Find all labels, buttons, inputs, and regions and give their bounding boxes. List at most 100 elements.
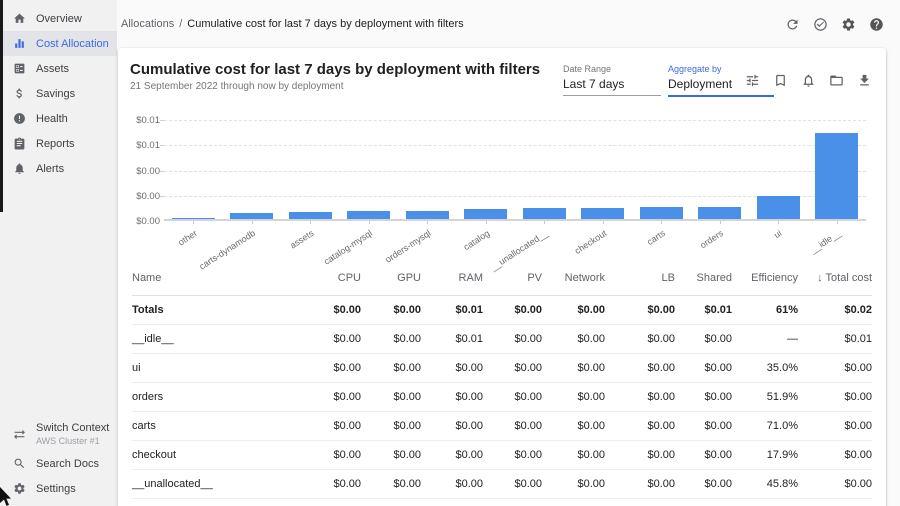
value-cell: $0.00 xyxy=(299,383,361,412)
table-row-ui[interactable]: ui$0.00$0.00$0.00$0.00$0.00$0.00$0.0035.… xyxy=(132,354,872,383)
y-tick-label: $0.00 xyxy=(136,216,160,227)
value-cell: $0.00 xyxy=(798,499,872,506)
value-cell: $0.00 xyxy=(299,325,361,354)
bookmark-icon xyxy=(773,73,788,88)
value-cell: $0.00 xyxy=(542,441,605,470)
x-tick: __unallocated__ xyxy=(515,221,574,251)
x-tick-label: carts xyxy=(645,228,667,247)
column-header-cpu[interactable]: CPU xyxy=(299,264,361,296)
y-tick-label: $0.01 xyxy=(136,140,160,151)
bar-assets[interactable] xyxy=(289,212,332,219)
help-button[interactable] xyxy=(868,16,884,32)
value-cell: $0.00 xyxy=(483,441,542,470)
sidebar-item-sublabel: AWS Cluster #1 xyxy=(36,436,109,446)
sidebar-item-search-docs[interactable]: Search Docs xyxy=(0,451,117,476)
table-row-checkout[interactable]: checkout$0.00$0.00$0.00$0.00$0.00$0.00$0… xyxy=(132,441,872,470)
check-circle-button[interactable] xyxy=(812,16,828,32)
home-icon xyxy=(13,12,26,25)
value-cell: $0.00 xyxy=(421,383,483,412)
bar-checkout[interactable] xyxy=(581,208,624,219)
folder-button[interactable] xyxy=(828,72,844,88)
value-cell: $0.01 xyxy=(421,325,483,354)
bar-orders-mysql[interactable] xyxy=(406,211,449,219)
sidebar-item-label: Reports xyxy=(36,138,75,150)
sidebar-item-reports[interactable]: Reports xyxy=(0,131,117,156)
sidebar-item-label: Savings xyxy=(36,88,75,100)
column-header-name[interactable]: Name xyxy=(132,264,299,296)
value-cell: $0.00 xyxy=(542,470,605,499)
table-row-__unallocated__[interactable]: __unallocated__$0.00$0.00$0.00$0.00$0.00… xyxy=(132,470,872,499)
column-header-shared[interactable]: Shared xyxy=(675,264,732,296)
x-tick: carts xyxy=(632,221,691,251)
sidebar-item-cost-allocation[interactable]: Cost Allocation xyxy=(0,31,117,56)
gear-button[interactable] xyxy=(840,16,856,32)
column-header-efficiency[interactable]: Efficiency xyxy=(732,264,798,296)
table-row-__idle__[interactable]: __idle__$0.00$0.00$0.01$0.00$0.00$0.00$0… xyxy=(132,325,872,354)
sidebar-item-label: Search Docs xyxy=(36,458,99,470)
value-cell: $0.00 xyxy=(605,354,675,383)
sidebar-item-alerts[interactable]: Alerts xyxy=(0,156,117,181)
bar-slot xyxy=(632,120,691,219)
bar-ui[interactable] xyxy=(757,196,800,219)
sidebar-item-settings[interactable]: Settings xyxy=(0,476,117,501)
bar-__idle__[interactable] xyxy=(815,133,858,219)
value-cell: $0.00 xyxy=(361,412,421,441)
bar-catalog-mysql[interactable] xyxy=(347,211,390,219)
row-name-cell: catalog xyxy=(132,499,299,506)
date-range-value[interactable]: Last 7 days xyxy=(563,77,661,96)
column-header-lb[interactable]: LB xyxy=(605,264,675,296)
bookmark-button[interactable] xyxy=(772,72,788,88)
column-header-ram[interactable]: RAM xyxy=(421,264,483,296)
bar-catalog[interactable] xyxy=(464,209,507,219)
value-cell: $0.00 xyxy=(421,499,483,506)
value-cell: $0.00 xyxy=(299,470,361,499)
refresh-button[interactable] xyxy=(784,16,800,32)
value-cell: $0.00 xyxy=(421,354,483,383)
bar-slot xyxy=(691,120,750,219)
column-header-network[interactable]: Network xyxy=(542,264,605,296)
sidebar-item-assets[interactable]: Assets xyxy=(0,56,117,81)
bar-orders[interactable] xyxy=(698,207,741,219)
value-cell: $0.00 xyxy=(675,383,732,412)
allocations-table-wrap: NameCPUGPURAMPVNetworkLBSharedEfficiency… xyxy=(132,264,872,506)
app-screen: OverviewCost AllocationAssets Savings Heal… xyxy=(0,0,900,506)
table-row-catalog[interactable]: catalog$0.00$0.00$0.00$0.00$0.00$0.00$0.… xyxy=(132,499,872,506)
sidebar-item-savings[interactable]: Savings xyxy=(0,81,117,106)
sidebar: OverviewCost AllocationAssets Savings Heal… xyxy=(0,0,117,506)
bar-__unallocated__[interactable] xyxy=(523,208,566,219)
sidebar-item-health[interactable]: Health xyxy=(0,106,117,131)
bar-chart-icon xyxy=(13,37,26,50)
date-range-label: Date Range xyxy=(563,64,661,74)
value-cell: $0.00 xyxy=(299,441,361,470)
x-tick-label: checkout xyxy=(573,228,609,256)
value-cell: $0.00 xyxy=(483,412,542,441)
bar-other[interactable] xyxy=(172,218,215,219)
bar-carts-dynamodb[interactable] xyxy=(230,213,273,219)
value-cell: $0.00 xyxy=(483,354,542,383)
value-cell: $0.00 xyxy=(483,383,542,412)
table-row-carts[interactable]: carts$0.00$0.00$0.00$0.00$0.00$0.00$0.00… xyxy=(132,412,872,441)
sidebar-item-overview[interactable]: Overview xyxy=(0,6,117,31)
table-row-orders[interactable]: orders$0.00$0.00$0.00$0.00$0.00$0.00$0.0… xyxy=(132,383,872,412)
date-range-select[interactable]: Date Range Last 7 days xyxy=(563,64,661,96)
value-cell: $0.00 xyxy=(299,354,361,383)
value-cell: $0.02 xyxy=(798,296,872,325)
x-tick-label: orders xyxy=(698,228,725,250)
value-cell: $0.00 xyxy=(421,412,483,441)
table-row-totals[interactable]: Totals$0.00$0.00$0.01$0.00$0.00$0.00$0.0… xyxy=(132,296,872,325)
column-header-total-cost[interactable]: ↓ Total cost xyxy=(798,264,872,296)
value-cell: $0.01 xyxy=(798,325,872,354)
bell-button[interactable] xyxy=(800,72,816,88)
column-header-gpu[interactable]: GPU xyxy=(361,264,421,296)
tune-button[interactable] xyxy=(744,72,760,88)
row-name-cell: orders xyxy=(132,383,299,412)
sidebar-item-switch-context[interactable]: Switch ContextAWS Cluster #1 xyxy=(0,417,117,451)
download-button[interactable] xyxy=(856,72,872,88)
y-tick-label: $0.01 xyxy=(136,115,160,126)
refresh-icon xyxy=(785,17,800,32)
tune-icon xyxy=(745,73,760,88)
bar-slot xyxy=(164,120,223,219)
breadcrumb-parent-link[interactable]: Allocations xyxy=(121,18,174,30)
column-header-pv[interactable]: PV xyxy=(483,264,542,296)
bar-carts[interactable] xyxy=(640,207,683,219)
